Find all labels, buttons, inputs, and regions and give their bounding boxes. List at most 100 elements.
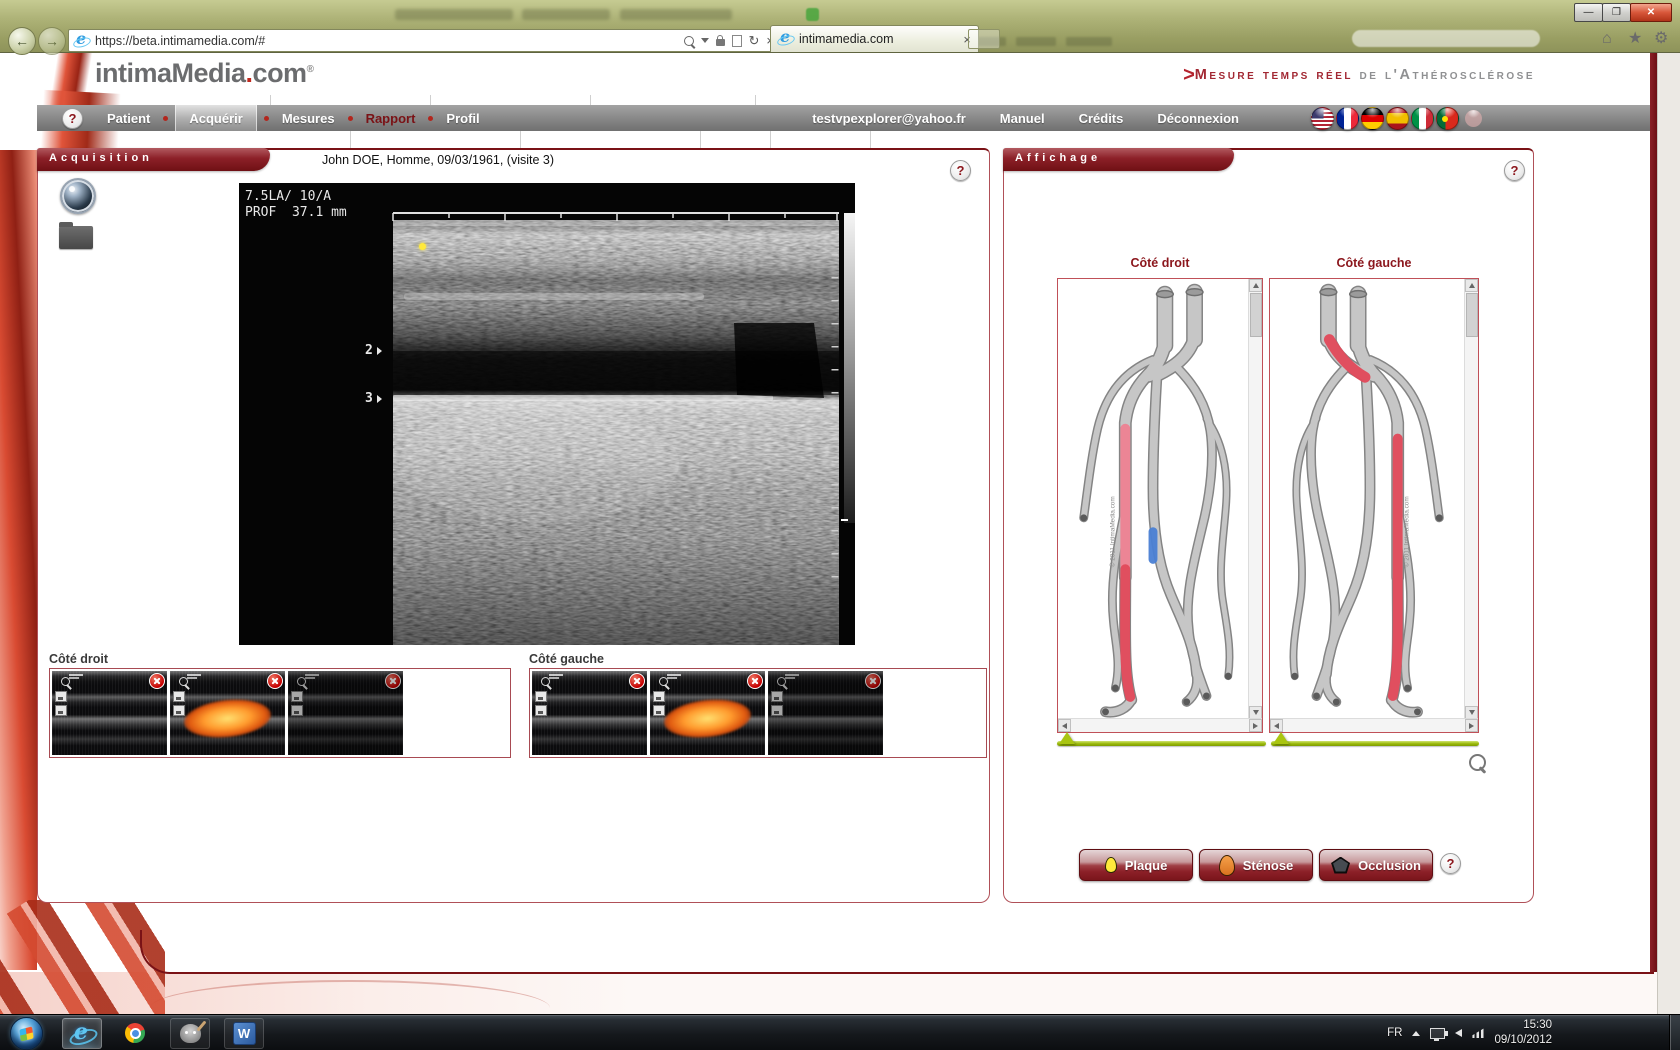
taskbar-word-button[interactable]: W [224,1018,264,1049]
left-side-thumbnails [529,668,987,758]
flag-it-icon[interactable] [1411,107,1434,130]
nav-help-button[interactable]: ? [62,108,83,129]
open-folder-button[interactable] [59,226,93,249]
flag-de-icon[interactable] [1361,107,1384,130]
tab-title: intimamedia.com [799,32,963,46]
thumbnail-right-3[interactable] [288,671,403,755]
compatibility-icon[interactable] [732,35,742,47]
taskbar-chrome-button[interactable] [116,1018,154,1047]
thumbnail-right-2-doppler[interactable] [170,671,285,755]
legend-stenose-button[interactable]: Sténose [1199,849,1313,881]
show-desktop-button[interactable] [1669,1015,1680,1050]
diagram-left-label: Côté gauche [1269,256,1479,270]
display-tray-icon[interactable] [1430,1028,1445,1039]
home-icon[interactable]: ⌂ [1602,31,1612,47]
nav-item-rapport[interactable]: Rapport [360,105,422,131]
search-dropdown-icon[interactable] [701,38,709,43]
volume-tray-icon[interactable] [1455,1029,1462,1037]
keyboard-language[interactable]: FR [1387,1027,1402,1039]
vascular-diagram-left[interactable]: © 2011 IntimaMedia.com [1269,278,1479,733]
save-icon[interactable] [55,691,67,702]
save-icon[interactable] [653,705,665,716]
diagram-right-slider[interactable] [1057,741,1266,746]
start-button[interactable] [10,1017,43,1050]
background-window-title-ghost [620,9,732,20]
save-icon[interactable] [771,705,783,716]
diagram-copyright: © 2011 IntimaMedia.com [1403,496,1411,567]
browser-scrollbar-strip[interactable] [1657,52,1680,1014]
taskbar-ie-button[interactable] [62,1018,102,1049]
save-icon[interactable] [173,705,185,716]
save-icon[interactable] [771,691,783,702]
plaque-segment[interactable] [1393,439,1398,696]
save-icon[interactable] [173,691,185,702]
save-icon[interactable] [535,691,547,702]
flag-es-icon[interactable] [1386,107,1409,130]
legend-occlusion-button[interactable]: Occlusion [1319,849,1433,881]
nav-item-profil[interactable]: Profil [440,105,485,131]
favorites-star-icon[interactable]: ★ [1628,31,1642,47]
delete-thumbnail-button[interactable] [267,673,283,689]
diagram-left-slider[interactable] [1271,741,1479,746]
nav-item-acquerir[interactable]: Acquérir [175,105,256,131]
delete-thumbnail-button[interactable] [865,673,881,689]
diagram-horizontal-scrollbar[interactable] [1058,718,1262,732]
thumbnail-left-1[interactable] [532,671,647,755]
nav-item-mesures[interactable]: Mesures [276,105,341,131]
address-url[interactable]: https://beta.intimamedia.com/# [95,34,265,48]
save-icon[interactable] [55,705,67,716]
search-icon[interactable] [684,36,694,46]
delete-thumbnail-button[interactable] [629,673,645,689]
refresh-icon[interactable]: ↻ [749,34,760,47]
network-tray-icon[interactable] [1472,1028,1484,1038]
plaque-icon [1105,857,1117,873]
flag-pt-icon[interactable] [1436,107,1459,130]
delete-thumbnail-button[interactable] [149,673,165,689]
legend-plaque-button[interactable]: Plaque [1079,849,1193,881]
thumbnail-left-2-doppler[interactable] [650,671,765,755]
site-tagline: >Mesure temps réel de l'Athérosclérose [1095,64,1535,87]
affichage-help-button[interactable]: ? [1504,160,1525,181]
new-tab-button[interactable] [968,29,1000,49]
us-depth-label: PROF 37.1 mm [245,205,347,220]
taskbar-clock[interactable]: 15:30 09/10/2012 [1494,1018,1552,1048]
minimize-button[interactable]: — [1574,3,1603,22]
address-bar[interactable]: https://beta.intimamedia.com/# ↻ × [68,29,780,52]
magnifier-icon[interactable] [1469,754,1486,771]
nav-item-patient[interactable]: Patient [101,105,156,131]
delete-thumbnail-button[interactable] [385,673,401,689]
ultrasound-viewport[interactable]: 7.5LA/ 10/A PROF 37.1 mm 2 3 [239,183,855,645]
thumbnail-left-3[interactable] [768,671,883,755]
diagram-vertical-scrollbar[interactable] [1248,279,1262,719]
delete-thumbnail-button[interactable] [747,673,763,689]
ssl-lock-icon [716,39,725,46]
plaque-segment[interactable] [1125,569,1130,697]
save-icon[interactable] [291,691,303,702]
browser-forward-button[interactable]: → [38,27,66,55]
vascular-diagram-right[interactable]: © 2011 IntimaMedia.com [1057,278,1263,733]
legend-help-button[interactable]: ? [1440,853,1461,874]
hidden-icons-chevron[interactable] [1412,1031,1420,1036]
browser-tab[interactable]: intimamedia.com × [770,25,979,52]
thumbnail-right-1[interactable] [52,671,167,755]
browser-back-button[interactable]: ← [8,27,36,55]
acquisition-help-button[interactable]: ? [950,160,971,181]
close-button[interactable]: ✕ [1630,3,1672,22]
nav-link-manuel[interactable]: Manuel [1000,111,1045,126]
camera-capture-button[interactable] [60,178,96,214]
nav-link-deconnexion[interactable]: Déconnexion [1157,111,1239,126]
save-icon[interactable] [653,691,665,702]
restore-button[interactable]: ❐ [1602,3,1631,22]
taskbar-gimp-button[interactable] [170,1018,210,1049]
tools-gear-icon[interactable]: ⚙ [1654,31,1668,47]
flag-us-icon[interactable] [1311,107,1334,130]
flag-fr-icon[interactable] [1336,107,1359,130]
diagram-horizontal-scrollbar[interactable] [1270,718,1478,732]
save-icon[interactable] [535,705,547,716]
scroll-right-icon [1465,719,1478,732]
scroll-left-icon [1270,719,1283,732]
save-icon[interactable] [291,705,303,716]
diagram-vertical-scrollbar[interactable] [1464,279,1478,719]
chrome-icon [125,1023,145,1043]
nav-link-credits[interactable]: Crédits [1079,111,1124,126]
